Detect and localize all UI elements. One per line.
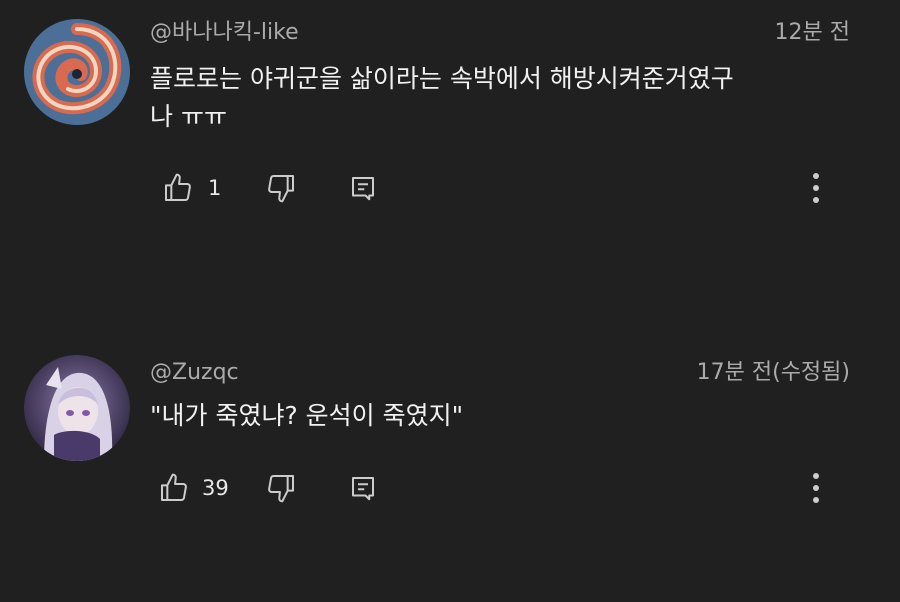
comment-text: "내가 죽였냐? 운석이 죽였지"	[150, 401, 464, 430]
thumbs-up-icon	[165, 173, 191, 201]
comment-actions: 1	[150, 168, 850, 208]
like-count: 1	[208, 176, 222, 200]
avatar[interactable]	[24, 19, 130, 125]
dislike-button[interactable]	[265, 168, 297, 208]
comment-timestamp: 17분 전(수정됨)	[696, 360, 850, 385]
like-button[interactable]	[162, 168, 194, 208]
like-count: 39	[202, 476, 229, 500]
thumbs-up-icon	[161, 473, 187, 501]
avatar[interactable]	[24, 355, 130, 461]
more-actions-button[interactable]	[804, 168, 828, 208]
reply-icon	[352, 477, 374, 501]
more-vert-icon	[813, 173, 819, 203]
thumbs-down-icon	[268, 175, 294, 203]
comment-item: @Zuzqc 17분 전(수정됨) "내가 죽였냐? 운석이 죽였지" 39	[0, 300, 900, 602]
dislike-button[interactable]	[265, 468, 297, 508]
comment-author[interactable]: @Zuzqc	[150, 359, 239, 387]
more-actions-button[interactable]	[804, 468, 828, 508]
more-vert-icon	[813, 473, 819, 503]
comment-author[interactable]: @바나나킥-like	[150, 19, 299, 47]
swirl-avatar-image	[24, 19, 130, 125]
anime-girl-avatar-image	[24, 355, 130, 461]
reply-button[interactable]	[348, 468, 378, 508]
comment-text: 플로로는 야귀군을 삶이라는 속박에서 해방시켜준거였구 나 ㅠㅠ	[150, 64, 734, 131]
reply-button[interactable]	[348, 168, 378, 208]
comment-timestamp: 12분 전	[774, 20, 850, 45]
comment-actions: 39	[150, 468, 850, 508]
reply-icon	[352, 177, 374, 201]
like-button[interactable]	[158, 468, 190, 508]
thumbs-down-icon	[268, 475, 294, 503]
comment-item: @바나나킥-like 12분 전 플로로는 야귀군을 삶이라는 속박에서 해방시…	[0, 0, 900, 300]
